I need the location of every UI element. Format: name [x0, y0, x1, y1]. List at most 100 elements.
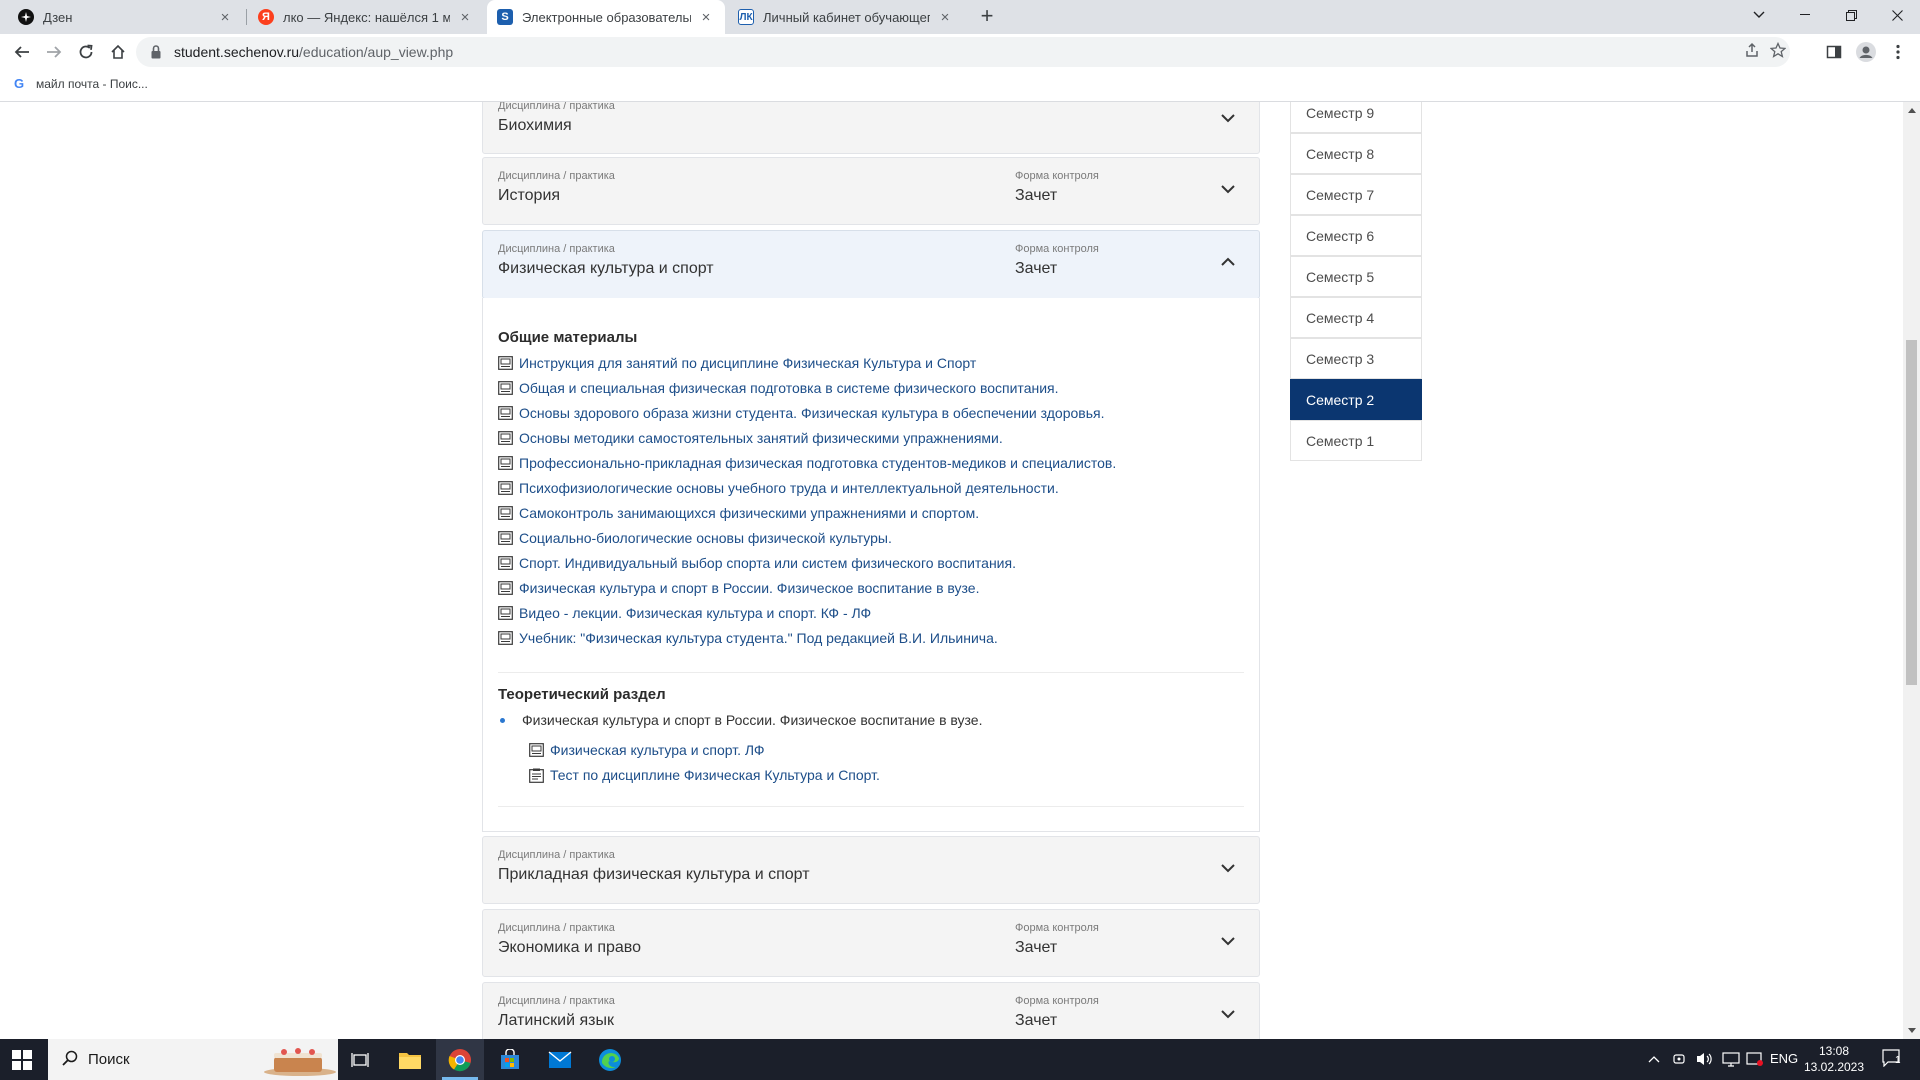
material-item[interactable]: Психофизиологические основы учебного тру… [498, 480, 1059, 496]
material-item[interactable]: Профессионально-прикладная физическая по… [498, 455, 1116, 471]
share-icon[interactable] [1744, 42, 1760, 63]
material-item[interactable]: Учебник: "Физическая культура студента."… [498, 630, 998, 646]
tab-sechenov[interactable]: S Электронные образовательные × [487, 0, 725, 34]
material-link[interactable]: Самоконтроль занимающихся физическими уп… [519, 505, 979, 521]
material-item[interactable]: Видео - лекции. Физическая культура и сп… [498, 605, 871, 621]
discipline-label: Дисциплина / практика [498, 995, 615, 1007]
semester-item[interactable]: Семестр 3 [1290, 338, 1422, 379]
edge-icon[interactable] [586, 1039, 634, 1080]
bookmark-mail[interactable]: G майл почта - Поис... [14, 76, 148, 92]
theory-material-test[interactable]: Тест по дисциплине Физическая Культура и… [529, 767, 880, 783]
tab-lk[interactable]: ЛК Личный кабинет обучающегося × [728, 0, 964, 34]
task-view-icon[interactable] [336, 1039, 384, 1080]
discipline-history[interactable]: Дисциплина / практика История Форма конт… [482, 157, 1260, 225]
back-button[interactable] [8, 38, 36, 66]
scroll-up-icon[interactable] [1908, 108, 1916, 113]
semester-item[interactable]: Семестр 5 [1290, 256, 1422, 297]
material-link[interactable]: Основы методики самостоятельных занятий … [519, 430, 1003, 446]
side-panel-button[interactable] [1820, 38, 1848, 66]
material-item[interactable]: Инструкция для занятий по дисциплине Физ… [498, 355, 976, 371]
semester-item[interactable]: Семестр 8 [1290, 133, 1422, 174]
meet-now-icon[interactable] [1746, 1051, 1764, 1070]
material-link[interactable]: Основы здорового образа жизни студента. … [519, 405, 1104, 421]
discipline-biochemistry[interactable]: Дисциплина / практика Биохимия [482, 102, 1260, 154]
side-panel-icon [1826, 45, 1842, 59]
material-item[interactable]: Спорт. Индивидуальный выбор спорта или с… [498, 555, 1016, 571]
url-text: student.sechenov.ru/education/aup_view.p… [174, 44, 453, 60]
taskbar-search[interactable]: Поиск [48, 1039, 338, 1080]
material-link[interactable]: Спорт. Индивидуальный выбор спорта или с… [519, 555, 1016, 571]
tab-close-icon[interactable]: × [216, 9, 234, 26]
restore-button[interactable] [1828, 0, 1874, 30]
material-link[interactable]: Физическая культура и спорт. ЛФ [550, 742, 765, 758]
minimize-button[interactable] [1782, 0, 1828, 30]
back-arrow-icon [14, 46, 29, 58]
language-indicator[interactable]: ENG [1770, 1051, 1798, 1066]
close-window-button[interactable] [1874, 0, 1920, 30]
tab-dzen[interactable]: Дзен × [8, 0, 244, 34]
tab-strip: Дзен × Я лко — Яндекс: нашёлся 1 млн р ×… [0, 0, 1920, 34]
home-button[interactable] [104, 38, 132, 66]
location-icon[interactable] [1672, 1051, 1686, 1070]
discipline-physical-culture[interactable]: Дисциплина / практика Физическая культур… [482, 230, 1260, 299]
vertical-scrollbar[interactable] [1903, 102, 1920, 1039]
material-item[interactable]: Основы методики самостоятельных занятий … [498, 430, 1003, 446]
material-item[interactable]: Самоконтроль занимающихся физическими уп… [498, 505, 979, 521]
material-link[interactable]: Психофизиологические основы учебного тру… [519, 480, 1059, 496]
material-link[interactable]: Профессионально-прикладная физическая по… [519, 455, 1116, 471]
semester-item[interactable]: Семестр 7 [1290, 174, 1422, 215]
material-link[interactable]: Физическая культура и спорт в России. Фи… [519, 580, 979, 596]
material-link[interactable]: Инструкция для занятий по дисциплине Физ… [519, 355, 976, 371]
bookmark-star-icon[interactable] [1769, 41, 1787, 63]
new-tab-button[interactable]: + [974, 4, 1000, 30]
file-explorer-icon[interactable] [386, 1039, 434, 1080]
store-icon[interactable] [486, 1039, 534, 1080]
chrome-icon[interactable] [436, 1039, 484, 1080]
semester-item[interactable]: Семестр 6 [1290, 215, 1422, 256]
discipline-applied-physical-culture[interactable]: Дисциплина / практика Прикладная физичес… [482, 836, 1260, 904]
material-item[interactable]: Физическая культура и спорт в России. Фи… [498, 580, 979, 596]
document-icon [498, 581, 513, 595]
mail-icon[interactable] [536, 1039, 584, 1080]
chevron-down-icon [1221, 114, 1235, 123]
material-link[interactable]: Тест по дисциплине Физическая Культура и… [550, 767, 880, 783]
notification-center-icon[interactable]: 1 [1882, 1049, 1902, 1070]
tab-close-icon[interactable]: × [697, 9, 715, 26]
windows-start-icon[interactable] [12, 1050, 32, 1070]
general-materials-title: Общие материалы [498, 329, 638, 346]
avatar-icon [1856, 42, 1876, 62]
reload-button[interactable] [72, 38, 100, 66]
network-icon[interactable] [1722, 1051, 1740, 1070]
semester-item[interactable]: Семестр 9 [1290, 102, 1422, 133]
semester-item[interactable]: Семестр 1 [1290, 420, 1422, 461]
tab-close-icon[interactable]: × [936, 9, 954, 26]
profile-button[interactable] [1852, 38, 1880, 66]
scroll-down-icon[interactable] [1908, 1028, 1916, 1033]
material-item[interactable]: Социально-биологические основы физическо… [498, 530, 892, 546]
address-bar[interactable]: student.sechenov.ru/education/aup_view.p… [136, 37, 1790, 67]
material-link[interactable]: Общая и специальная физическая подготовк… [519, 380, 1059, 396]
divider [498, 672, 1244, 673]
tab-close-icon[interactable]: × [456, 9, 474, 26]
theory-material-lecture[interactable]: Физическая культура и спорт. ЛФ [529, 742, 765, 758]
material-item[interactable]: Основы здорового образа жизни студента. … [498, 405, 1104, 421]
tab-yandex[interactable]: Я лко — Яндекс: нашёлся 1 млн р × [248, 0, 484, 34]
tray-overflow-icon[interactable] [1648, 1051, 1660, 1066]
bookmarks-bar: G майл почта - Поис... [0, 70, 1920, 102]
material-item[interactable]: Общая и специальная физическая подготовк… [498, 380, 1059, 396]
google-icon: G [14, 76, 25, 91]
taskbar-clock[interactable]: 13:08 13.02.2023 [1798, 1043, 1870, 1075]
tab-search-button[interactable] [1736, 0, 1782, 30]
forward-button[interactable] [40, 38, 68, 66]
notification-count: 1 [1895, 1055, 1901, 1066]
semester-item[interactable]: Семестр 2 [1290, 379, 1422, 420]
material-link[interactable]: Социально-биологические основы физическо… [519, 530, 892, 546]
material-link[interactable]: Учебник: "Физическая культура студента."… [519, 630, 998, 646]
semester-item[interactable]: Семестр 4 [1290, 297, 1422, 338]
discipline-economics-law[interactable]: Дисциплина / практика Экономика и право … [482, 909, 1260, 977]
volume-icon[interactable] [1696, 1051, 1714, 1070]
discipline-latin[interactable]: Дисциплина / практика Латинский язык Фор… [482, 982, 1260, 1039]
browser-menu-button[interactable] [1884, 38, 1912, 66]
scrollbar-thumb[interactable] [1906, 340, 1917, 685]
material-link[interactable]: Видео - лекции. Физическая культура и сп… [519, 605, 871, 621]
